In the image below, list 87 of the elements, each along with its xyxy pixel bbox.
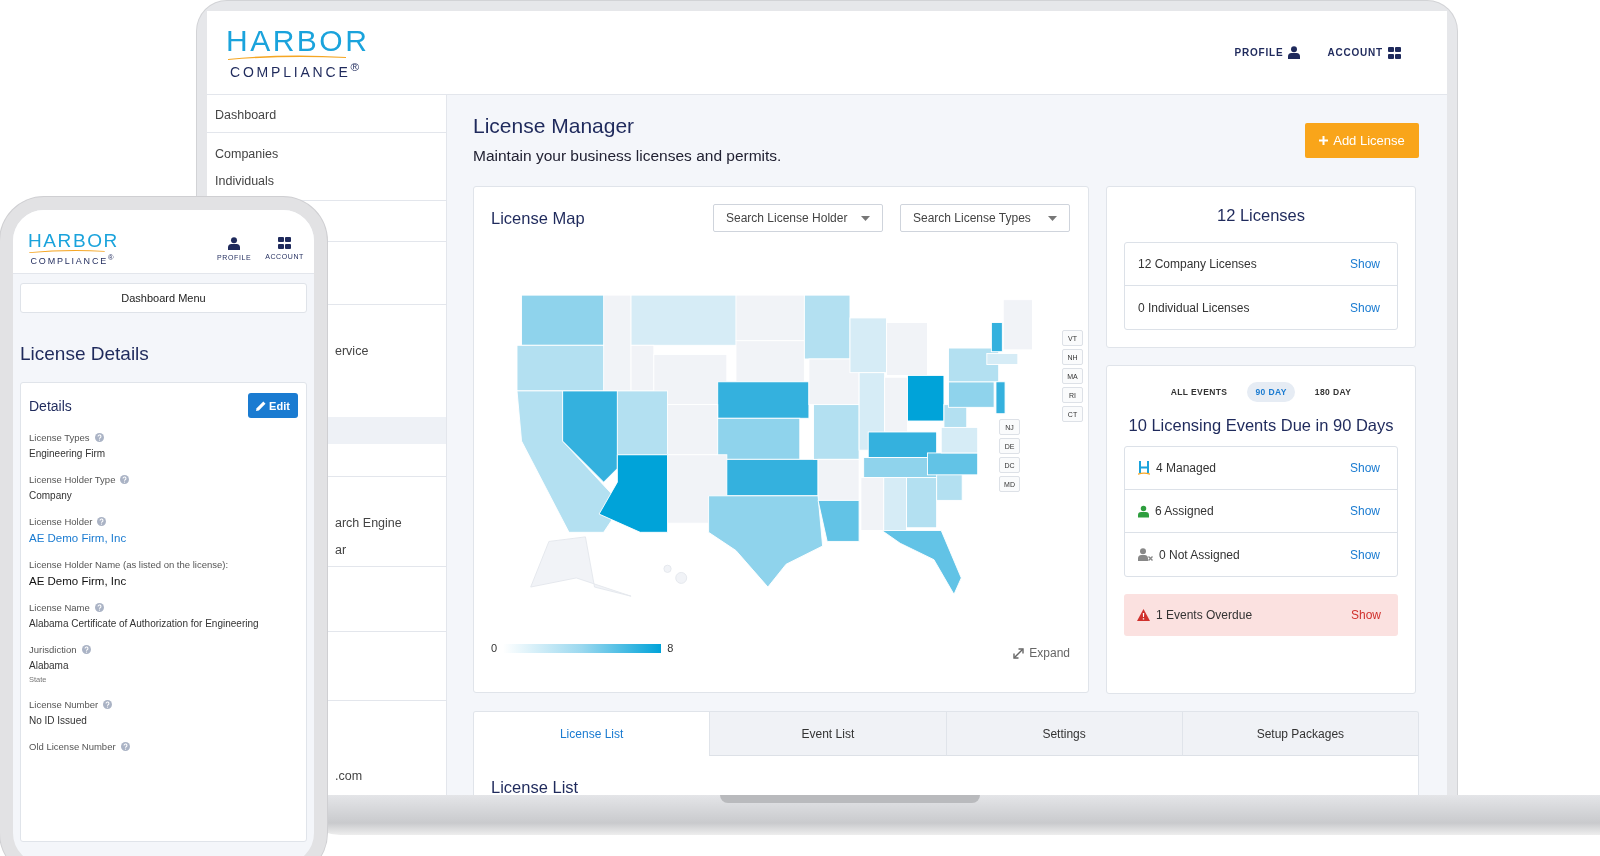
person-remove-icon [1138,548,1153,561]
swoosh-icon [28,249,106,254]
show-link[interactable]: Show [1349,461,1380,475]
section-title: License List [473,756,1419,795]
person-icon [228,236,241,250]
field-label: Jurisdiction [29,644,77,655]
show-link[interactable]: Show [1349,547,1380,562]
swoosh-icon [226,54,348,61]
sidebar-item[interactable]: .com [335,767,363,785]
plus-icon [1319,136,1329,145]
field-label: License Number [29,699,99,710]
header-link[interactable]: ACCOUNT [1327,47,1383,58]
license-count: 0 Individual Licenses [1138,300,1250,315]
help-icon[interactable] [94,603,104,612]
sidebar-item[interactable]: Dashboard [215,106,277,124]
logo-subtitle: COMPLIANCE$^{®}$ [30,253,116,266]
grid-icon [1388,46,1401,59]
card-title: 12 Licenses [1215,206,1307,225]
event-count: 4 Managed [1156,461,1217,475]
dashboard-menu-button[interactable]: Dashboard Menu [20,283,307,313]
dropdown-placeholder: Search License Holder [726,211,848,225]
help-icon[interactable] [94,433,104,442]
show-link[interactable]: Show [1349,504,1380,518]
header-link[interactable]: PROFILE [1234,47,1284,58]
dropdown-placeholder: Search License Types [913,211,1031,225]
logo-wordmark: HARBOR [28,231,119,251]
card-title: 10 Licensing Events Due in 90 Days [1127,416,1395,435]
person-icon [1288,46,1301,59]
logo-subtitle: COMPLIANCE$^{®}$ [230,61,362,79]
help-icon[interactable] [120,475,130,484]
overdue-count: 1 Events Overdue [1156,608,1253,622]
field-value: Engineering Firm [29,448,107,459]
event-count: 0 Not Assigned [1159,547,1240,562]
help-icon[interactable] [81,645,91,654]
sidebar-item[interactable]: ar [335,541,347,559]
legend-min: 0 [491,642,498,654]
field-link[interactable]: AE Demo Firm, Inc [29,532,298,544]
sidebar-item[interactable]: arch Engine [335,514,402,532]
license-count: 12 Company Licenses [1138,257,1257,271]
field-label: License Holder [29,516,93,527]
dropdown-field[interactable]: Search License Holder [713,204,883,232]
field-label: License Holder Type [29,474,116,485]
person-icon [1138,504,1149,518]
h-logo-icon [1138,461,1150,475]
legend-max: 8 [667,642,674,654]
grid-icon [278,236,292,249]
field-label: License Holder Name (as listed on the license): [29,559,229,570]
event-filter-tab[interactable]: 90 DAY [1247,382,1295,402]
pencil-icon [256,400,267,411]
logo-wordmark: HARBOR [226,26,370,57]
expand-label: Expand [1029,646,1070,660]
field-value: Alabama Certificate of Authorization for Engineering [29,618,260,629]
page-subtitle: Maintain your business licenses and permits. [473,147,782,165]
field-value: Company [29,490,73,501]
tab[interactable]: License List [474,712,710,756]
show-link[interactable]: Show [1350,608,1381,622]
field-label: Old License Number [29,741,116,752]
expand-icon [1013,647,1025,659]
field-label: License Name [29,602,90,613]
field-value: No ID Issued [29,715,88,726]
field-label: License Types [29,432,90,443]
event-count: 6 Assigned [1155,504,1214,518]
event-filter-tab[interactable]: ALL EVENTS [1162,382,1236,402]
tab[interactable]: Setup Packages [1181,712,1418,756]
page-title: License Details [20,343,150,365]
card-title: Details [29,397,72,414]
caret-icon [861,215,870,221]
field-value: Alabama [29,660,70,671]
show-link[interactable]: Show [1349,300,1380,315]
help-icon[interactable] [97,517,107,526]
sidebar-item[interactable]: Individuals [215,172,275,190]
edit-button[interactable]: Edit [248,393,298,418]
dropdown-field[interactable]: Search License Types [900,204,1070,232]
expand-link[interactable]: Expand [1013,646,1070,660]
caret-icon [1048,215,1057,221]
tab[interactable]: Settings [945,712,1182,756]
field-value: AE Demo Firm, Inc [29,575,128,587]
show-link[interactable]: Show [1349,257,1380,271]
sidebar-item[interactable]: ervice [335,342,369,360]
event-filter-tab[interactable]: 180 DAY [1306,382,1360,402]
warning-icon [1137,609,1150,621]
tab[interactable]: Event List [709,712,946,756]
help-icon[interactable] [120,742,130,751]
help-icon[interactable] [103,700,113,709]
page-title: License Manager [473,114,636,138]
card-title: License Map [491,208,585,228]
sidebar-item[interactable]: Companies [215,145,279,163]
